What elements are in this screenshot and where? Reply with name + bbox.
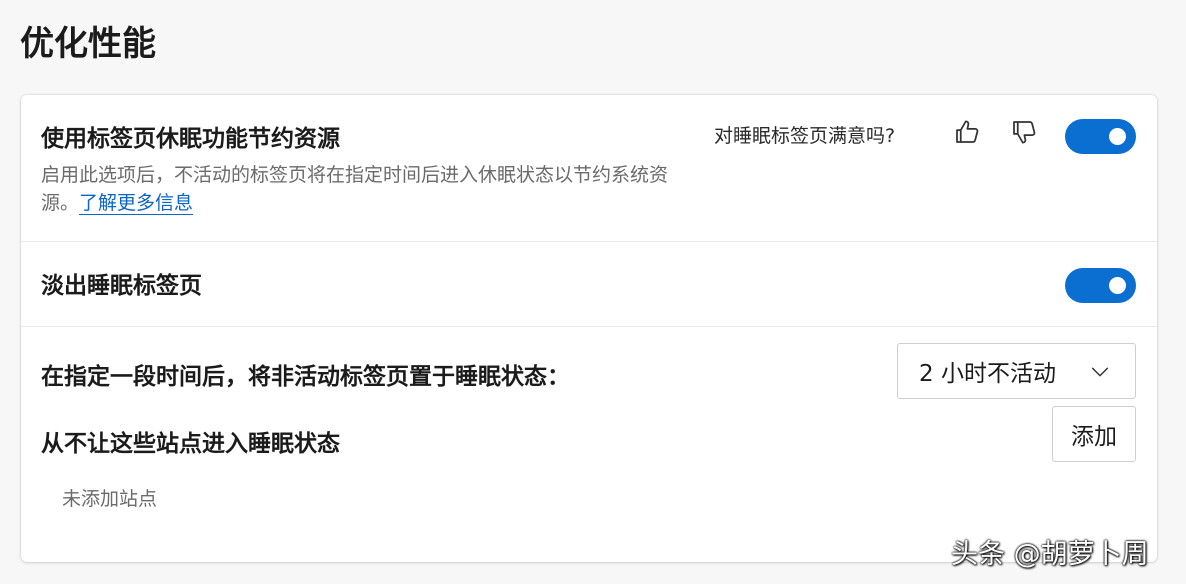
- settings-page: 优化性能 使用标签页休眠功能节约资源 启用此选项后，不活动的标签页将在指定时间后…: [0, 0, 1186, 584]
- sleep-after-dropdown[interactable]: 2 小时不活动: [897, 343, 1136, 399]
- thumbs-up-icon[interactable]: [950, 115, 984, 149]
- page-title: 优化性能: [20, 24, 156, 64]
- sleep-after-selected-value: 2 小时不活动: [919, 361, 1056, 387]
- sleeping-tabs-toggle[interactable]: [1065, 119, 1136, 154]
- feedback-question: 对睡眠标签页满意吗?: [714, 125, 896, 147]
- add-site-button[interactable]: 添加: [1052, 406, 1136, 462]
- learn-more-link[interactable]: 了解更多信息: [79, 192, 194, 215]
- fade-sleeping-tabs-row: 淡出睡眠标签页: [21, 242, 1157, 327]
- toggle-knob: [1109, 128, 1126, 145]
- fade-sleeping-tabs-title: 淡出睡眠标签页: [41, 273, 202, 299]
- sleep-settings-row: 在指定一段时间后，将非活动标签页置于睡眠状态： 2 小时不活动 从不让这些站点进…: [21, 327, 1157, 562]
- sleeping-tabs-row: 使用标签页休眠功能节约资源 启用此选项后，不活动的标签页将在指定时间后进入休眠状…: [21, 95, 1157, 242]
- sleep-after-label: 在指定一段时间后，将非活动标签页置于睡眠状态：: [41, 364, 570, 390]
- fade-sleeping-tabs-toggle[interactable]: [1065, 268, 1136, 303]
- sleeping-tabs-description: 启用此选项后，不活动的标签页将在指定时间后进入休眠状态以节约系统资源。了解更多信…: [41, 161, 701, 217]
- watermark: 头条 @胡萝卜周: [951, 539, 1149, 570]
- toggle-knob: [1109, 277, 1126, 294]
- no-sites-added-text: 未添加站点: [62, 488, 158, 510]
- chevron-down-icon: [1091, 367, 1109, 377]
- never-sleep-sites-label: 从不让这些站点进入睡眠状态: [41, 431, 340, 457]
- performance-card: 使用标签页休眠功能节约资源 启用此选项后，不活动的标签页将在指定时间后进入休眠状…: [21, 95, 1157, 562]
- sleeping-tabs-title: 使用标签页休眠功能节约资源: [41, 126, 340, 152]
- thumbs-down-icon[interactable]: [1007, 115, 1041, 149]
